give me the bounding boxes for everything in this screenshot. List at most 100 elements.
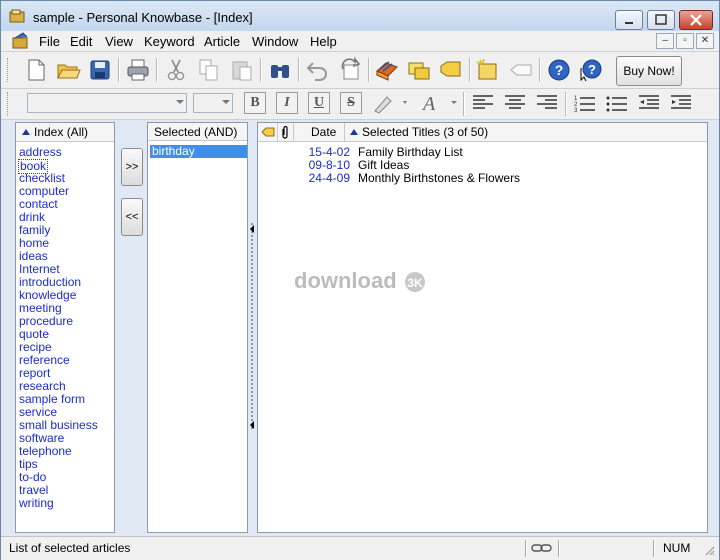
selected-header[interactable]: Selected (AND): [148, 123, 247, 141]
titles-panel[interactable]: Date Selected Titles (3 of 50) 15-4-02 Fa…: [257, 122, 708, 533]
italic-button[interactable]: I: [276, 92, 298, 114]
selected-panel[interactable]: Selected (AND) birthday: [147, 122, 248, 533]
whats-this-icon[interactable]: ?: [578, 57, 604, 83]
mdi-restore-button[interactable]: ▫: [676, 33, 694, 49]
new-icon[interactable]: [23, 57, 49, 83]
decrease-indent-icon[interactable]: [637, 92, 661, 114]
svg-text:?: ?: [555, 62, 564, 78]
document-menu-icon[interactable]: [11, 32, 31, 50]
status-divider: [525, 540, 527, 557]
titles-column-label: Selected Titles (3 of 50): [362, 125, 489, 139]
redo-icon[interactable]: [337, 57, 363, 83]
index-header[interactable]: Index (All): [16, 123, 114, 142]
add-keyword-button[interactable]: >>: [121, 148, 143, 186]
align-left-icon[interactable]: [471, 92, 495, 114]
new-article-icon[interactable]: [475, 57, 501, 83]
format-toolbar-grip[interactable]: [7, 92, 11, 116]
menu-keyword[interactable]: Keyword: [144, 34, 195, 49]
find-icon[interactable]: [267, 57, 293, 83]
font-size-combo[interactable]: [193, 93, 233, 113]
index-header-label: Index (All): [34, 125, 89, 139]
remove-keyword-button[interactable]: <<: [121, 198, 143, 236]
save-icon[interactable]: [87, 57, 113, 83]
index-item[interactable]: address: [19, 146, 62, 159]
app-window: sample - Personal Knowbase - [Index] Fil…: [0, 0, 720, 560]
titles-column-header[interactable]: Selected Titles (3 of 50): [344, 123, 488, 141]
minimize-icon: [625, 22, 633, 24]
bullet-list-icon[interactable]: [605, 92, 629, 114]
link-icon: [531, 544, 552, 552]
sort-ascending-icon: [350, 129, 358, 135]
undo-icon[interactable]: [305, 57, 331, 83]
strikethrough-button[interactable]: S: [340, 92, 362, 114]
format-toolbar: B I U S A 123: [1, 89, 719, 120]
title-row[interactable]: 24-4-09 Monthly Birthstones & Flowers: [258, 172, 707, 185]
attachment-column-icon[interactable]: [280, 125, 290, 139]
cut-icon[interactable]: [163, 57, 189, 83]
increase-indent-icon[interactable]: [669, 92, 693, 114]
label-icon[interactable]: [438, 57, 464, 83]
toolbar-separator: [118, 58, 120, 82]
selected-keyword[interactable]: birthday: [150, 145, 247, 158]
toolbar-separator: [260, 58, 262, 82]
menu-article[interactable]: Article: [204, 34, 240, 49]
mdi-minimize-button[interactable]: –: [656, 33, 674, 49]
article-title: Monthly Birthstones & Flowers: [358, 171, 521, 185]
bold-button[interactable]: B: [244, 92, 266, 114]
help-icon[interactable]: ?: [546, 57, 572, 83]
index-panel[interactable]: Index (All) address book checklist computer…: [15, 122, 115, 533]
toolbar-separator: [298, 58, 300, 82]
tag-icon[interactable]: [508, 57, 534, 83]
keywords-icon[interactable]: [374, 57, 400, 83]
status-bar: List of selected articles NUM: [1, 536, 719, 560]
toolbar-separator: [469, 58, 471, 82]
mdi-close-button[interactable]: ✕: [696, 33, 714, 49]
toolbar-separator: [368, 58, 370, 82]
menu-view[interactable]: View: [105, 34, 133, 49]
title-bar: sample - Personal Knowbase - [Index]: [1, 1, 719, 31]
label-column-icon[interactable]: [261, 126, 275, 138]
menu-file[interactable]: File: [39, 34, 60, 49]
svg-text:A: A: [421, 93, 436, 115]
status-divider: [653, 540, 655, 557]
paste-icon[interactable]: [229, 57, 255, 83]
highlighter-icon[interactable]: [371, 91, 411, 115]
toolbar-grip[interactable]: [7, 58, 11, 82]
windows-icon[interactable]: [406, 57, 432, 83]
toolbar-separator: [565, 92, 567, 116]
status-divider: [558, 540, 560, 557]
titles-header-row: Date Selected Titles (3 of 50): [258, 123, 707, 142]
resize-grip-icon[interactable]: [704, 545, 716, 557]
menu-edit[interactable]: Edit: [70, 34, 92, 49]
buy-now-button[interactable]: Buy Now!: [616, 56, 682, 86]
font-name-combo[interactable]: [27, 93, 187, 113]
font-color-icon[interactable]: A: [421, 91, 461, 115]
open-icon[interactable]: [55, 57, 81, 83]
column-divider: [293, 123, 294, 141]
toolbar-separator: [463, 92, 465, 116]
underline-button[interactable]: U: [308, 92, 330, 114]
article-date: 24-4-09: [308, 171, 350, 185]
menu-bar: File Edit View Keyword Article Window He…: [1, 31, 719, 52]
align-center-icon[interactable]: [503, 92, 527, 114]
svg-text:?: ?: [588, 62, 596, 77]
sort-ascending-icon: [22, 129, 30, 135]
minimize-button[interactable]: [615, 10, 643, 30]
splitter-handle[interactable]: [249, 223, 255, 431]
watermark-logo-icon: 3K: [404, 272, 425, 293]
date-column-header[interactable]: Date: [311, 123, 336, 141]
align-right-icon[interactable]: [535, 92, 559, 114]
index-item[interactable]: writing: [19, 497, 54, 510]
copy-icon[interactable]: [196, 57, 222, 83]
maximize-button[interactable]: [647, 10, 675, 30]
menu-window[interactable]: Window: [252, 34, 298, 49]
close-button[interactable]: [679, 10, 713, 30]
num-lock-indicator: NUM: [663, 541, 691, 555]
print-icon[interactable]: [125, 57, 151, 83]
watermark-text: download: [294, 268, 397, 293]
watermark: download 3K: [294, 268, 427, 294]
numbered-list-icon[interactable]: 123: [573, 92, 597, 114]
menu-help[interactable]: Help: [310, 34, 337, 49]
toolbar-separator: [539, 58, 541, 82]
window-title: sample - Personal Knowbase - [Index]: [33, 10, 253, 25]
